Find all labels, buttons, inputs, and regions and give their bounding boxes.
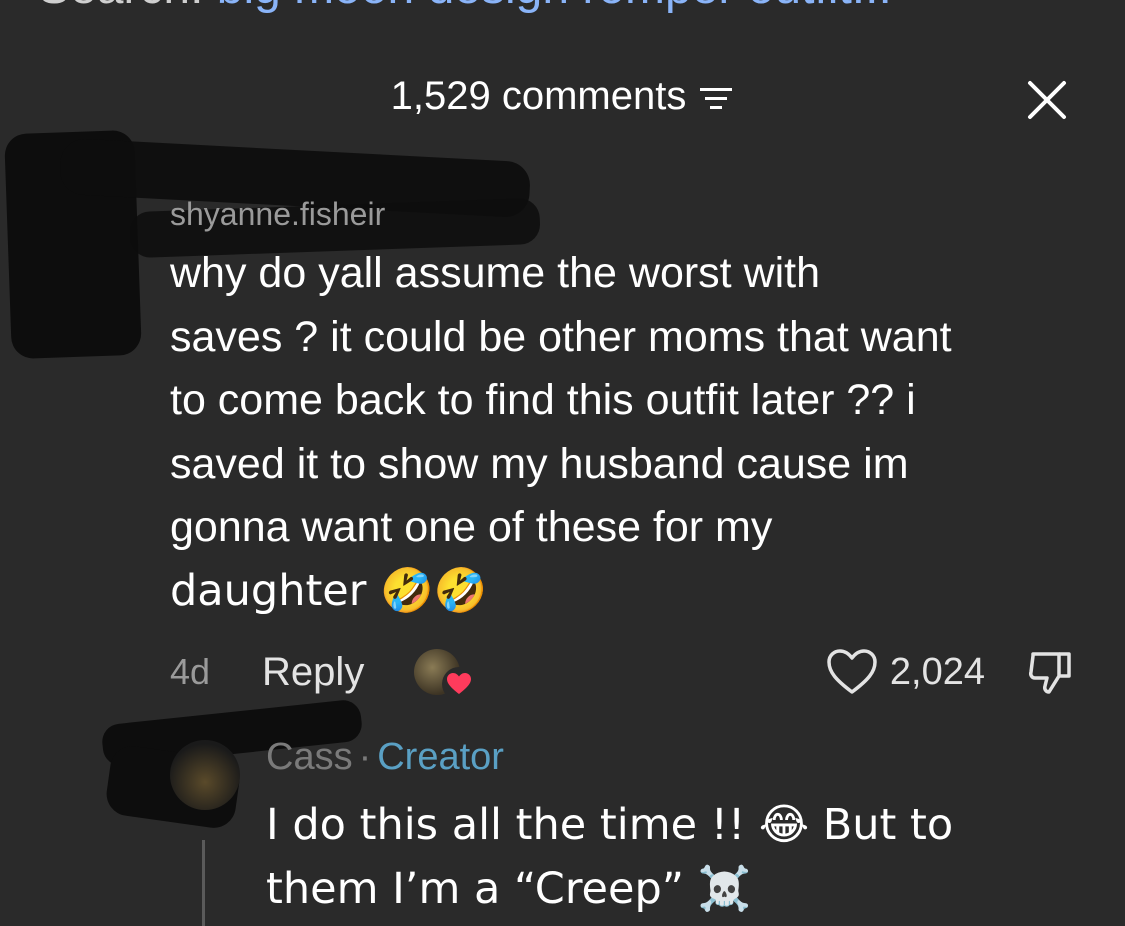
comment-line: to come back to find this outfit later ?… [170, 376, 916, 424]
comments-panel: Search: big moon design romper outfit...… [0, 0, 1125, 926]
comment-actions: 4d Reply 2,024 [170, 642, 1085, 702]
heart-outline-icon[interactable] [826, 648, 878, 696]
comment-line: daughter 🤣🤣 [170, 565, 488, 616]
comment-timestamp: 4d [170, 651, 211, 692]
reply-avatar[interactable] [170, 740, 240, 810]
creator-badge: Creator [377, 736, 504, 778]
search-prefix: Search: [38, 0, 217, 14]
search-term: big moon design romper outfit... [217, 0, 892, 14]
search-suggestion[interactable]: Search: big moon design romper outfit... [38, 0, 892, 15]
reply-line: I do this all the time !! 😂 But to [266, 800, 954, 850]
comment-body: why do yall assume the worst with saves … [170, 242, 1110, 623]
comment-line: gonna want one of these for my [170, 503, 773, 551]
thumbs-down-icon[interactable] [1025, 646, 1077, 698]
reply-body: I do this all the time !! 😂 But to them … [266, 794, 1066, 921]
comment-count: 1,529 comments [390, 74, 687, 118]
comment-line: saved it to show my husband cause im [170, 439, 909, 488]
comment-line: saves ? it could be other moms that want [170, 312, 952, 361]
creator-liked-avatar [414, 649, 477, 701]
comment-username[interactable]: shyanne.fisheir [170, 196, 385, 233]
reply-button[interactable]: Reply [262, 650, 364, 695]
reply-separator: · [358, 736, 372, 778]
comment-line: why do yall assume the worst with [170, 249, 821, 297]
reply-header: Cass · Creator [266, 736, 504, 779]
red-heart-icon [442, 667, 477, 701]
thread-line [202, 840, 205, 926]
like-control[interactable]: 2,024 [826, 648, 985, 696]
comments-header: 1,529 comments [0, 74, 1125, 119]
like-count: 2,024 [889, 650, 985, 693]
close-icon[interactable] [1025, 78, 1069, 122]
reply-username[interactable]: Cass [266, 736, 353, 779]
reply-line: them I’m a “Creep” ☠️ [266, 863, 752, 914]
sort-lines-icon[interactable] [698, 84, 734, 114]
